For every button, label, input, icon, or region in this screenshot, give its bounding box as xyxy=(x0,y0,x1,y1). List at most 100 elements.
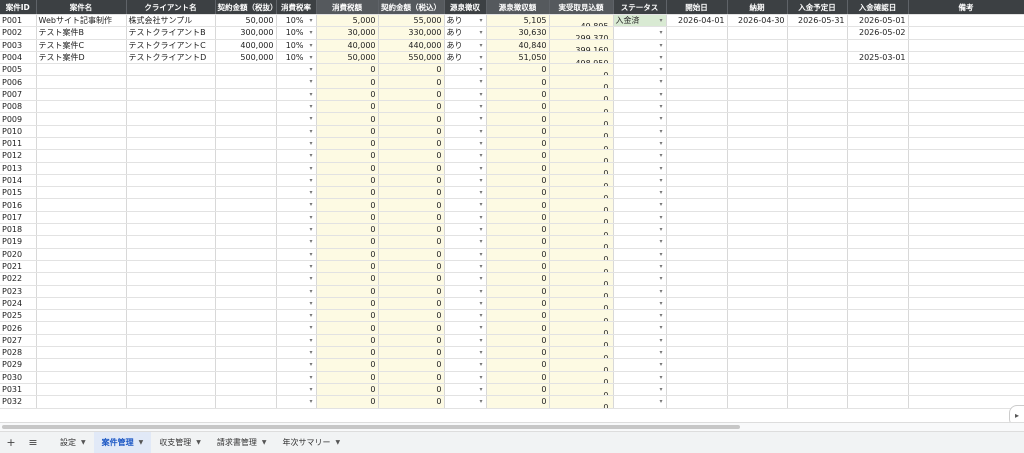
cell-13[interactable] xyxy=(787,51,848,65)
cell-4[interactable]: ▾ xyxy=(276,211,317,225)
cell-11[interactable] xyxy=(666,346,728,360)
cell-9[interactable]: 299,370299,370 xyxy=(549,26,614,40)
cell-12[interactable]: 2026-04-30 xyxy=(727,14,788,28)
cell-5[interactable]: 0 xyxy=(316,75,379,89)
cell-2[interactable] xyxy=(126,272,216,286)
cell-6[interactable]: 0 xyxy=(378,309,445,323)
cell-3[interactable] xyxy=(215,334,277,348)
dropdown-arrow-icon[interactable]: ▾ xyxy=(659,359,662,370)
cell-13[interactable] xyxy=(787,88,848,102)
cell-9[interactable]: 00 xyxy=(549,346,614,360)
cell-10[interactable]: ▾ xyxy=(613,223,667,237)
cell-9[interactable]: 498,950498,950 xyxy=(549,51,614,65)
cell-7[interactable]: ▾ xyxy=(444,371,487,384)
cell-1[interactable] xyxy=(36,321,127,335)
cell-7[interactable]: ▾ xyxy=(444,395,487,409)
dropdown-arrow-icon[interactable]: ▾ xyxy=(479,335,482,346)
cell-8[interactable]: 0 xyxy=(486,235,550,249)
cell-2[interactable] xyxy=(126,248,216,261)
cell-1[interactable] xyxy=(36,371,127,384)
column-header-14[interactable]: 入金確認日 xyxy=(847,0,909,15)
cell-3[interactable] xyxy=(215,346,277,360)
cell-5[interactable]: 0 xyxy=(316,112,379,126)
dropdown-arrow-icon[interactable]: ▾ xyxy=(659,113,662,124)
cell-10[interactable]: ▾ xyxy=(613,51,667,65)
cell-3[interactable]: 50,000 xyxy=(215,14,277,28)
dropdown-arrow-icon[interactable]: ▾ xyxy=(479,261,482,272)
cell-8[interactable]: 0 xyxy=(486,395,550,409)
cell-14[interactable] xyxy=(847,321,909,335)
dropdown-arrow-icon[interactable]: ▾ xyxy=(659,261,662,272)
cell-8[interactable]: 0 xyxy=(486,285,550,298)
cell-5[interactable]: 0 xyxy=(316,63,379,77)
cell-6[interactable]: 0 xyxy=(378,235,445,249)
cell-3[interactable] xyxy=(215,248,277,261)
cell-7[interactable]: ▾ xyxy=(444,383,487,397)
cell-9[interactable]: 00 xyxy=(549,334,614,348)
cell-9[interactable]: 00 xyxy=(549,248,614,261)
cell-15[interactable] xyxy=(908,346,1024,360)
cell-5[interactable]: 0 xyxy=(316,358,379,372)
dropdown-arrow-icon[interactable]: ▾ xyxy=(659,212,662,223)
cell-4[interactable]: ▾ xyxy=(276,174,317,188)
cell-14[interactable] xyxy=(847,63,909,77)
cell-9[interactable]: 00 xyxy=(549,137,614,151)
cell-0[interactable]: P009 xyxy=(0,112,37,126)
cell-13[interactable] xyxy=(787,125,848,138)
cell-8[interactable]: 0 xyxy=(486,75,550,89)
cell-1[interactable] xyxy=(36,223,127,237)
cell-14[interactable] xyxy=(847,346,909,360)
cell-4[interactable]: ▾ xyxy=(276,248,317,261)
cell-7[interactable]: ▾ xyxy=(444,63,487,77)
cell-0[interactable]: P017 xyxy=(0,211,37,225)
cell-10[interactable]: ▾ xyxy=(613,125,667,138)
dropdown-arrow-icon[interactable]: ▾ xyxy=(659,298,662,309)
cell-1[interactable] xyxy=(36,125,127,138)
cell-7[interactable]: ▾ xyxy=(444,198,487,212)
cell-4[interactable]: ▾ xyxy=(276,272,317,286)
dropdown-arrow-icon[interactable]: ▾ xyxy=(659,76,662,87)
cell-8[interactable]: 0 xyxy=(486,137,550,151)
cell-12[interactable] xyxy=(727,260,788,274)
cell-3[interactable]: 300,000 xyxy=(215,26,277,40)
cell-9[interactable]: 00 xyxy=(549,100,614,114)
cell-4[interactable]: ▾ xyxy=(276,162,317,175)
cell-1[interactable] xyxy=(36,334,127,348)
cell-1[interactable] xyxy=(36,75,127,89)
dropdown-arrow-icon[interactable]: ▾ xyxy=(659,187,662,198)
cell-4[interactable]: ▾ xyxy=(276,235,317,249)
cell-14[interactable] xyxy=(847,260,909,274)
dropdown-arrow-icon[interactable]: ▾ xyxy=(309,64,312,75)
cell-12[interactable] xyxy=(727,186,788,200)
cell-9[interactable]: 00 xyxy=(549,75,614,89)
cell-0[interactable]: P014 xyxy=(0,174,37,188)
cell-11[interactable] xyxy=(666,285,728,298)
cell-3[interactable] xyxy=(215,223,277,237)
dropdown-arrow-icon[interactable]: ▾ xyxy=(659,64,662,75)
cell-5[interactable]: 0 xyxy=(316,174,379,188)
cell-10[interactable]: ▾ xyxy=(613,383,667,397)
cell-12[interactable] xyxy=(727,223,788,237)
cell-12[interactable] xyxy=(727,285,788,298)
cell-15[interactable] xyxy=(908,63,1024,77)
cell-9[interactable]: 00 xyxy=(549,297,614,311)
cell-4[interactable]: ▾ xyxy=(276,383,317,397)
cell-2[interactable]: テストクライアントD xyxy=(126,51,216,65)
cell-6[interactable]: 0 xyxy=(378,297,445,311)
cell-0[interactable]: P028 xyxy=(0,346,37,360)
cell-2[interactable] xyxy=(126,321,216,335)
dropdown-arrow-icon[interactable]: ▾ xyxy=(479,224,482,235)
cell-13[interactable] xyxy=(787,358,848,372)
dropdown-arrow-icon[interactable]: ▾ xyxy=(309,298,312,309)
dropdown-arrow-icon[interactable]: ▾ xyxy=(479,15,482,26)
cell-4[interactable]: ▾ xyxy=(276,346,317,360)
cell-8[interactable]: 5,105 xyxy=(486,14,550,28)
cell-15[interactable] xyxy=(908,137,1024,151)
cell-9[interactable]: 00 xyxy=(549,211,614,225)
cell-10[interactable]: ▾ xyxy=(613,63,667,77)
cell-9[interactable]: 00 xyxy=(549,235,614,249)
sheet-list-icon[interactable]: ≡ xyxy=(22,436,44,449)
cell-4[interactable]: ▾ xyxy=(276,358,317,372)
sheet-tab-0[interactable]: 設定 ▼ xyxy=(52,432,94,453)
cell-13[interactable] xyxy=(787,260,848,274)
